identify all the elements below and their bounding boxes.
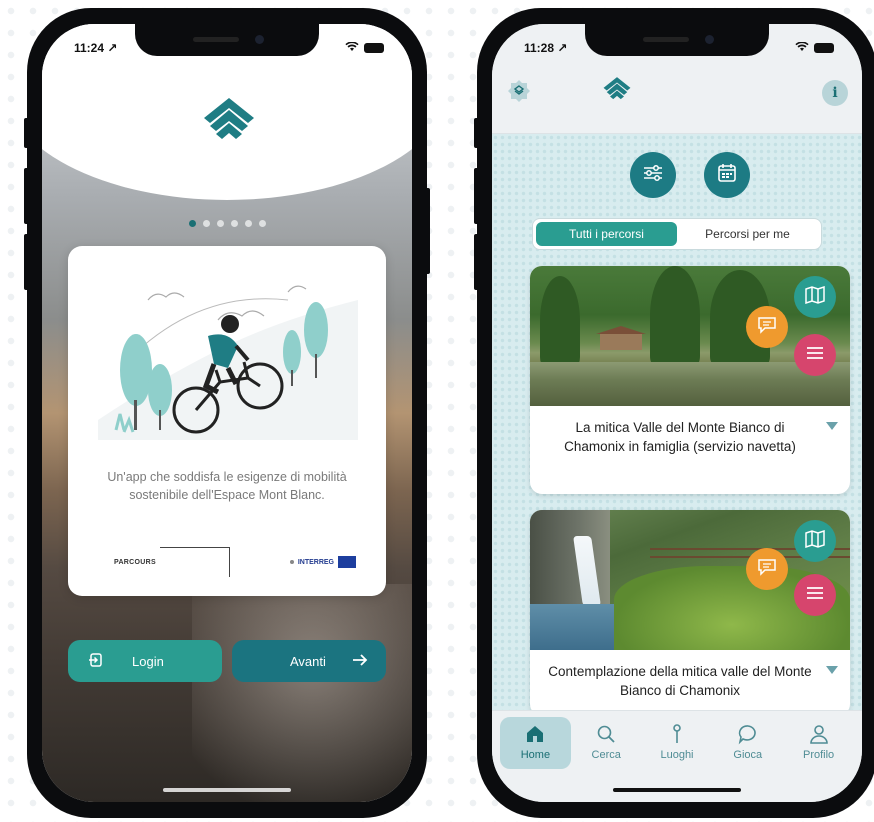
tab-places[interactable]: Luoghi bbox=[642, 717, 713, 769]
arrow-right-icon bbox=[352, 653, 368, 670]
chevron-down-icon[interactable] bbox=[826, 422, 838, 430]
chat-icon bbox=[738, 725, 756, 745]
tab-my-routes[interactable]: Percorsi per me bbox=[677, 222, 818, 246]
phone-volume-up bbox=[474, 168, 479, 224]
photo-hut bbox=[596, 326, 646, 350]
chevron-down-icon[interactable] bbox=[826, 666, 838, 674]
comment-button[interactable] bbox=[746, 548, 788, 590]
login-icon bbox=[88, 652, 104, 671]
notch bbox=[585, 24, 769, 56]
comment-icon bbox=[757, 558, 777, 581]
partner-logos: PARCOURS INTERREG bbox=[114, 544, 356, 580]
phone-power-button bbox=[425, 188, 430, 274]
phone-volume-down bbox=[474, 234, 479, 290]
eu-flag-icon bbox=[338, 556, 356, 568]
user-icon bbox=[809, 725, 828, 744]
info-icon: i bbox=[832, 85, 838, 101]
comment-button[interactable] bbox=[746, 306, 788, 348]
app-logo-icon bbox=[202, 96, 256, 153]
onboarding-card: Un'app che soddisfa le esigenze di mobil… bbox=[68, 246, 386, 596]
separator-dot bbox=[289, 560, 294, 564]
onboarding-description: Un'app che soddisfa le esigenze di mobil… bbox=[107, 470, 347, 502]
phone-mute-switch bbox=[474, 118, 479, 148]
status-time: 11:28 ↗ bbox=[524, 41, 568, 55]
route-card[interactable]: Contemplazione della mitica valle del Mo… bbox=[530, 510, 850, 716]
battery-icon bbox=[364, 43, 384, 53]
details-button[interactable] bbox=[794, 574, 836, 616]
pin-icon bbox=[673, 724, 681, 743]
route-filter-toggle: Tutti i percorsi Percorsi per me bbox=[532, 218, 822, 250]
pager-dot[interactable] bbox=[244, 220, 252, 227]
tab-home[interactable]: Home bbox=[500, 717, 571, 769]
map-icon bbox=[805, 285, 825, 309]
calendar-icon bbox=[717, 163, 737, 188]
tab-home-label: Home bbox=[520, 749, 551, 761]
pager-dot[interactable] bbox=[230, 220, 238, 227]
home-indicator bbox=[613, 788, 741, 792]
next-button[interactable]: Avanti bbox=[232, 640, 386, 682]
partner-1-frame bbox=[159, 547, 230, 577]
tab-search-label: Cerca bbox=[591, 749, 621, 761]
login-label: Login bbox=[132, 653, 164, 669]
partner-logo-interreg: INTERREG bbox=[289, 556, 356, 568]
list-icon bbox=[806, 586, 824, 605]
phone-mute-switch bbox=[24, 118, 29, 148]
sliders-icon bbox=[642, 164, 664, 187]
home-screen: 11:28 ↗ i Tutti i percorsi Percorsi per … bbox=[492, 24, 862, 802]
phone-volume-down bbox=[24, 234, 29, 290]
onboarding-screen: 11:24 ↗ Un'app che soddisfa le esigenze … bbox=[42, 24, 412, 802]
map-icon bbox=[805, 529, 825, 553]
onboarding-phone: 11:24 ↗ Un'app che soddisfa le esigenze … bbox=[24, 8, 430, 818]
phone-volume-up bbox=[24, 168, 29, 224]
home-icon bbox=[527, 726, 544, 742]
cyclist-illustration bbox=[88, 260, 366, 465]
map-button[interactable] bbox=[794, 520, 836, 562]
partner-1-name: PARCOURS bbox=[114, 558, 156, 566]
info-button[interactable]: i bbox=[822, 80, 848, 106]
onboarding-pager bbox=[42, 220, 412, 227]
settings-icon[interactable] bbox=[506, 78, 532, 109]
tab-places-label: Luoghi bbox=[660, 749, 694, 761]
map-button[interactable] bbox=[794, 276, 836, 318]
status-time: 11:24 ↗ bbox=[74, 41, 118, 55]
wifi-icon bbox=[795, 40, 809, 55]
tab-play-label: Gioca bbox=[733, 749, 763, 761]
partner-logo-parcours: PARCOURS bbox=[114, 547, 230, 577]
notch bbox=[135, 24, 319, 56]
photo-tree bbox=[540, 276, 580, 366]
next-label: Avanti bbox=[290, 653, 326, 669]
list-icon bbox=[806, 346, 824, 365]
app-header: i bbox=[492, 64, 862, 134]
wifi-icon bbox=[345, 40, 359, 55]
tab-profile[interactable]: Profilo bbox=[783, 717, 854, 769]
tab-all-routes[interactable]: Tutti i percorsi bbox=[536, 222, 677, 246]
route-card[interactable]: La mitica Valle del Monte Bianco di Cham… bbox=[530, 266, 850, 494]
home-phone: 11:28 ↗ i Tutti i percorsi Percorsi per … bbox=[474, 8, 874, 818]
tab-profile-label: Profilo bbox=[802, 749, 835, 761]
pager-dot[interactable] bbox=[216, 220, 224, 227]
mountain-snow bbox=[192, 584, 412, 802]
tab-play[interactable]: Gioca bbox=[712, 717, 783, 769]
photo-tree bbox=[650, 266, 700, 366]
home-indicator bbox=[163, 788, 291, 792]
filter-button[interactable] bbox=[630, 152, 676, 198]
battery-icon bbox=[814, 43, 834, 53]
route-title: La mitica Valle del Monte Bianco di Cham… bbox=[564, 420, 796, 454]
partner-2-name: INTERREG bbox=[297, 558, 334, 566]
pager-dot[interactable] bbox=[202, 220, 210, 227]
comment-icon bbox=[757, 316, 777, 339]
details-button[interactable] bbox=[794, 334, 836, 376]
app-logo-icon bbox=[602, 76, 632, 109]
search-icon bbox=[597, 725, 615, 743]
pager-dot[interactable] bbox=[258, 220, 266, 227]
calendar-button[interactable] bbox=[704, 152, 750, 198]
pager-dot[interactable] bbox=[188, 220, 196, 227]
login-button[interactable]: Login bbox=[68, 640, 222, 682]
route-title: Contemplazione della mitica valle del Mo… bbox=[548, 664, 812, 698]
tab-search[interactable]: Cerca bbox=[571, 717, 642, 769]
photo-pool bbox=[530, 604, 620, 650]
